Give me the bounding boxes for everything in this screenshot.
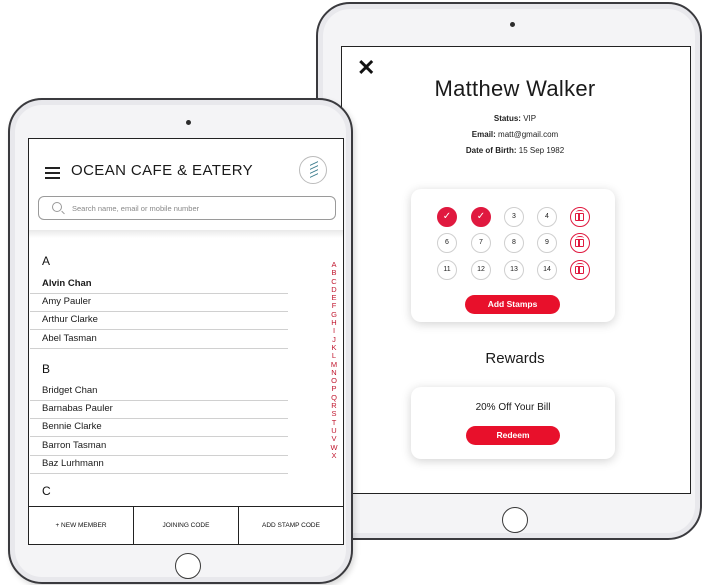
customer-name: Matthew Walker: [434, 76, 596, 101]
member-row[interactable]: Abel Tasman: [30, 331, 288, 349]
search-icon: [52, 202, 62, 212]
stamp-slot[interactable]: 12: [471, 260, 491, 280]
dob-label: Date of Birth:: [465, 146, 517, 155]
member-name: Barron Tasman: [42, 439, 107, 451]
joining-code-button[interactable]: JOINING CODE: [134, 507, 238, 545]
device-mockup: ✕ Matthew Walker Status: VIP Email: matt…: [0, 0, 703, 585]
member-name: Barnabas Pauler: [42, 403, 113, 415]
add-stamps-button[interactable]: Add Stamps: [465, 295, 560, 314]
bottom-action-bar: + NEW MEMBER JOINING CODE ADD STAMP CODE: [29, 506, 343, 545]
member-name: Bridget Chan: [42, 385, 98, 396]
reward-text: 20% Off Your Bill: [475, 402, 551, 413]
gift-icon[interactable]: [570, 260, 590, 280]
stamp-slot[interactable]: 4: [537, 207, 557, 227]
member-row[interactable]: Alvin Chan: [30, 276, 288, 294]
member-row[interactable]: Barron Tasman: [30, 438, 288, 456]
alphabet-index[interactable]: ABCDEFGHIJKLMNOPQRSTUVWX: [329, 260, 339, 460]
alphabet-letter[interactable]: X: [329, 451, 339, 460]
customer-email: Email: matt@gmail.com: [420, 130, 610, 139]
section-header: B: [42, 362, 51, 376]
member-row[interactable]: Barnabas Pauler: [30, 401, 288, 420]
member-row[interactable]: Bridget Chan: [30, 383, 288, 401]
member-row[interactable]: Amy Pauler: [30, 294, 288, 313]
reward-card: [411, 387, 615, 459]
stamp-slot[interactable]: 6: [437, 233, 457, 253]
stamp-collected[interactable]: ✓: [437, 207, 457, 227]
camera-dot-left: [186, 120, 191, 125]
stamp-slot[interactable]: 14: [537, 260, 557, 280]
member-row[interactable]: Arthur Clarke: [30, 312, 288, 331]
search-field[interactable]: Search name, email or mobile number: [38, 196, 336, 220]
email-label: Email:: [471, 130, 496, 139]
email-value: matt@gmail.com: [498, 130, 559, 139]
redeem-button[interactable]: Redeem: [466, 426, 560, 445]
gift-icon[interactable]: [570, 207, 590, 227]
status-label: Status:: [493, 114, 521, 123]
status-value: VIP: [523, 114, 537, 123]
member-name: Baz Lurhmann: [42, 457, 104, 469]
member-name: Bennie Clarke: [42, 421, 102, 433]
stamp-slot[interactable]: 8: [504, 233, 524, 253]
camera-dot-right: [510, 22, 515, 27]
new-member-button[interactable]: + NEW MEMBER: [29, 507, 133, 545]
rewards-title: Rewards: [485, 350, 545, 367]
list-divider: [29, 230, 343, 238]
stamp-slot[interactable]: 9: [537, 233, 557, 253]
hamburger-icon[interactable]: [45, 167, 60, 179]
member-name: Alvin Chan: [42, 278, 92, 289]
home-button-right: [502, 507, 528, 533]
gift-icon[interactable]: [570, 233, 590, 253]
stamp-slot[interactable]: 7: [471, 233, 491, 253]
member-row[interactable]: Baz Lurhmann: [30, 456, 288, 474]
customer-dob: Date of Birth: 15 Sep 1982: [420, 146, 610, 155]
search-input[interactable]: Search name, email or mobile number: [72, 204, 199, 213]
cafe-logo: [299, 156, 327, 184]
add-stamp-code-button[interactable]: ADD STAMP CODE: [239, 507, 343, 545]
section-header: A: [42, 254, 51, 268]
stamp-slot[interactable]: 13: [504, 260, 524, 280]
app-title: OCEAN CAFE & EATERY: [71, 162, 254, 179]
home-button-left: [175, 553, 201, 579]
stamp-collected[interactable]: ✓: [471, 207, 491, 227]
customer-status: Status: VIP: [420, 114, 610, 123]
member-name: Amy Pauler: [42, 296, 92, 308]
member-row[interactable]: Bennie Clarke: [30, 419, 288, 438]
stamp-slot[interactable]: 11: [437, 260, 457, 280]
section-header: C: [42, 484, 51, 498]
stamp-slot[interactable]: 3: [504, 207, 524, 227]
member-name: Arthur Clarke: [42, 314, 98, 326]
close-icon[interactable]: ✕: [357, 57, 375, 79]
dob-value: 15 Sep 1982: [518, 146, 565, 155]
member-name: Abel Tasman: [42, 332, 97, 344]
